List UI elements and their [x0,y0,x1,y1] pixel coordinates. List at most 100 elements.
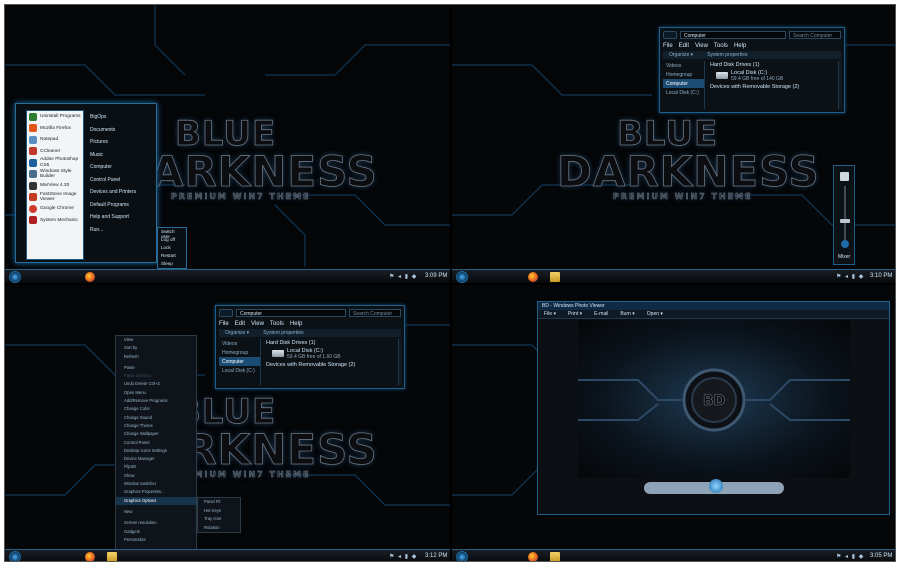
tray-icons[interactable]: ⚑ ◂ ▮ ◆ [836,553,864,560]
place-item[interactable]: Control Panel [90,177,154,190]
viewer-print-menu[interactable]: Print ▾ [568,311,582,317]
menu-edit[interactable]: Edit [679,43,689,49]
graphics-submenu-item[interactable]: Hot Keys [198,507,240,516]
context-menu-item[interactable]: Control Panel [116,439,196,447]
speaker-icon[interactable] [840,172,849,181]
mixer-link[interactable]: Mixer [838,254,850,260]
log-off-item[interactable]: Log off [161,237,183,245]
place-item[interactable]: Computer [90,164,154,177]
program-item[interactable]: System Mechanic [27,215,83,227]
search-input[interactable]: Search Computer [349,309,401,317]
restart-item[interactable]: Restart [161,253,183,261]
context-menu-item[interactable]: View [116,336,196,344]
context-menu-item[interactable]: Refresh [116,353,196,361]
start-orb[interactable] [456,551,468,561]
group-hard-disks[interactable]: Hard Disk Drives (1) [264,339,396,347]
start-orb[interactable] [9,271,21,283]
context-menu-item[interactable]: Change Theme [116,422,196,430]
menu-file[interactable]: File [663,43,673,49]
context-menu-item[interactable]: Add/Remove Programs [116,397,196,405]
context-menu-item[interactable]: Sort by [116,344,196,352]
graphics-submenu-item[interactable]: Panel Fit [198,498,240,507]
nav-local-disk[interactable]: Local Disk (C:) [219,366,260,375]
group-hard-disks[interactable]: Hard Disk Drives (1) [708,61,836,69]
switch-user-item[interactable]: Switch user [161,229,183,239]
context-menu-item[interactable]: New [116,508,196,516]
firefox-icon[interactable] [85,272,95,282]
viewer-email-menu[interactable]: E-mail [594,311,608,317]
context-menu-item[interactable]: Desktop Icons Settings [116,447,196,455]
nav-computer[interactable]: Computer [663,79,704,88]
nav-videos[interactable]: Videos [219,339,260,348]
context-menu-item[interactable]: Window Switcher [116,480,196,488]
tray-icons[interactable]: ⚑ ◂ ▮ ◆ [836,273,864,280]
menu-view[interactable]: View [251,321,264,327]
context-menu-item[interactable]: Graphics Properties... [116,488,196,496]
place-item[interactable]: Run... [90,227,154,240]
scrollbar[interactable] [398,339,402,385]
context-menu-item[interactable]: Graphics Options [116,496,196,505]
viewer-burn-menu[interactable]: Burn ▾ [620,311,634,317]
menu-file[interactable]: File [219,321,229,327]
group-removable[interactable]: Devices with Removable Storage (2) [264,361,396,369]
menu-tools[interactable]: Tools [714,43,728,49]
menu-view[interactable]: View [695,43,708,49]
context-menu-item[interactable]: Paste [116,364,196,372]
firefox-icon[interactable] [85,552,95,561]
program-item[interactable]: MarView 4.30 [27,180,83,192]
system-properties-button[interactable]: System properties [263,330,303,336]
graphics-submenu-item[interactable]: Tray Icon [198,515,240,524]
search-input[interactable]: Search Computer [789,31,841,39]
viewer-open-menu[interactable]: Open ▾ [647,311,663,317]
program-item[interactable]: FastStone Image Viewer [27,192,83,204]
context-menu-item[interactable]: Gadgets [116,528,196,536]
program-item[interactable]: Windows Style Builder [27,169,83,181]
address-bar[interactable]: Computer [236,309,346,317]
mute-button[interactable] [841,240,849,248]
context-menu-item[interactable]: Show [116,472,196,480]
folder-icon[interactable] [107,552,117,561]
program-item[interactable]: Adobe Photoshop CS5 [27,157,83,169]
context-menu-item[interactable]: Device Manager [116,455,196,463]
back-forward-buttons[interactable] [219,309,233,317]
context-menu-item[interactable]: Paste shortcut [116,372,196,380]
back-forward-buttons[interactable] [663,31,677,39]
volume-track[interactable] [844,186,846,240]
place-item[interactable]: Music [90,152,154,165]
clock[interactable]: 3:09 PM [425,273,447,279]
context-menu-item[interactable]: Undo Delete Ctrl+Z [116,380,196,388]
drive-item[interactable]: Local Disk (C:) 59.4 GB free of 1.60 GB [264,347,396,361]
context-menu-item[interactable]: Change Color [116,405,196,413]
tray-icons[interactable]: ⚑ ◂ ▮ ◆ [389,273,417,280]
menu-edit[interactable]: Edit [235,321,245,327]
lock-item[interactable]: Lock [161,245,183,253]
program-item[interactable]: Mozilla Firefox [27,123,83,135]
system-properties-button[interactable]: System properties [707,52,747,58]
tray-icons[interactable]: ⚑ ◂ ▮ ◆ [389,553,417,560]
scrollbar[interactable] [838,61,842,109]
nav-homegroup[interactable]: Homegroup [219,348,260,357]
context-menu-item[interactable]: Flip3D [116,463,196,471]
context-menu-item[interactable]: Screen resolution [116,519,196,527]
context-menu-item[interactable]: Personalize [116,536,196,544]
firefox-icon[interactable] [528,272,538,282]
nav-homegroup[interactable]: Homegroup [663,70,704,79]
nav-local-disk[interactable]: Local Disk (C:) [663,88,704,97]
place-item[interactable]: Devices and Printers [90,189,154,202]
photo-viewer-taskbar-icon[interactable] [550,552,560,561]
folder-icon[interactable] [550,272,560,282]
program-item[interactable]: Notepad [27,134,83,146]
context-menu-item[interactable]: Change Wallpaper [116,430,196,438]
place-item[interactable]: Pictures [90,139,154,152]
volume-slider-thumb[interactable] [840,218,850,223]
context-menu-item[interactable]: Open Menu [116,389,196,397]
nav-computer[interactable]: Computer [219,357,260,366]
program-item[interactable]: CCleaner [27,146,83,158]
sleep-item[interactable]: Sleep [161,261,183,269]
program-item[interactable]: Google Chrome [27,203,83,215]
address-bar[interactable]: Computer [680,31,786,39]
menu-tools[interactable]: Tools [270,321,284,327]
start-orb[interactable] [9,551,21,561]
program-item[interactable]: Uninstall Programs [27,111,83,123]
clock[interactable]: 3:12 PM [425,553,447,559]
